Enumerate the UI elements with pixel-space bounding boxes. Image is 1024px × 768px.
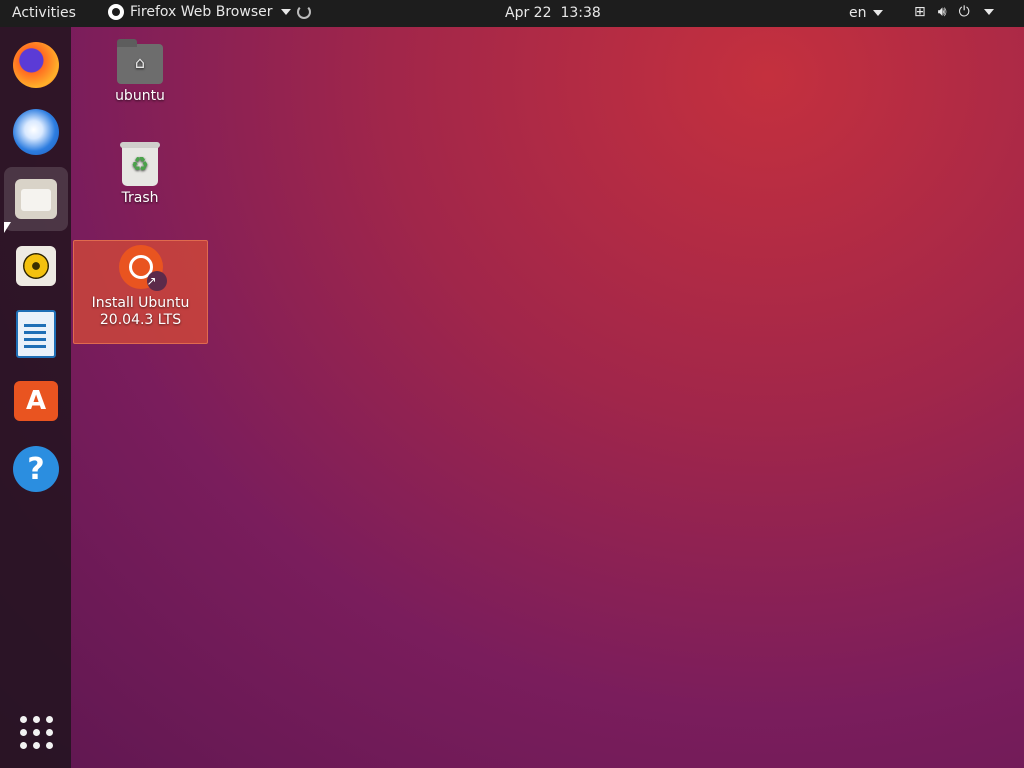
loading-spinner-icon [296, 5, 311, 19]
app-menu-label: Firefox Web Browser [130, 4, 273, 20]
help-icon: ? [13, 446, 59, 492]
network-icon: ⊞ [914, 4, 926, 20]
rhythmbox-icon [16, 246, 56, 286]
mouse-pointer-icon [4, 222, 11, 233]
clock-date: Apr 22 [505, 5, 552, 21]
install-label-line1: Install Ubuntu [91, 295, 190, 311]
system-menu[interactable]: ⊞ 🔊︎ ⏻ [914, 4, 994, 20]
install-label-line2: 20.04.3 LTS [99, 312, 182, 328]
desktop-icon-home[interactable]: ubuntu [73, 36, 207, 105]
files-icon [15, 179, 57, 219]
dock-item-files[interactable] [4, 167, 68, 231]
activities-button[interactable]: Activities [12, 5, 76, 21]
desktop-icon-install-ubuntu[interactable]: Install Ubuntu 20.04.3 LTS [73, 240, 208, 344]
dock-item-thunderbird[interactable] [4, 100, 68, 164]
dock-item-ubuntu-software[interactable]: A [4, 369, 68, 433]
software-icon: A [14, 381, 58, 421]
home-folder-icon [117, 39, 163, 84]
chevron-down-icon [872, 10, 883, 16]
power-icon: ⏻ [958, 4, 970, 20]
thunderbird-icon [13, 109, 59, 155]
language-selector[interactable]: en [849, 5, 883, 21]
desktop-icon-trash[interactable]: ♻ Trash [73, 142, 207, 207]
desktop-icon-label: Trash [121, 190, 159, 206]
clock-time: 13:38 [560, 5, 601, 21]
chevron-down-icon [280, 9, 291, 15]
trash-icon: ♻ [120, 142, 160, 186]
desktop-icon-label: ubuntu [115, 88, 165, 104]
dock-item-firefox[interactable] [4, 33, 68, 97]
dock: A ? [0, 27, 71, 768]
ubuntu-installer-icon [118, 245, 167, 291]
apps-grid-icon[interactable] [20, 716, 53, 749]
chevron-down-icon [983, 9, 994, 15]
top-bar: Activities Firefox Web Browser Apr 22 13… [0, 0, 1024, 27]
dock-item-rhythmbox[interactable] [4, 234, 68, 298]
dock-item-writer[interactable] [4, 302, 68, 366]
firefox-small-icon [108, 4, 124, 20]
volume-icon: 🔊︎ [937, 4, 947, 20]
clock[interactable]: Apr 22 13:38 [505, 5, 601, 21]
dock-item-help[interactable]: ? [4, 437, 68, 501]
writer-icon [16, 310, 56, 358]
firefox-icon [13, 42, 59, 88]
app-menu[interactable]: Firefox Web Browser [108, 4, 311, 20]
language-label: en [849, 5, 867, 21]
